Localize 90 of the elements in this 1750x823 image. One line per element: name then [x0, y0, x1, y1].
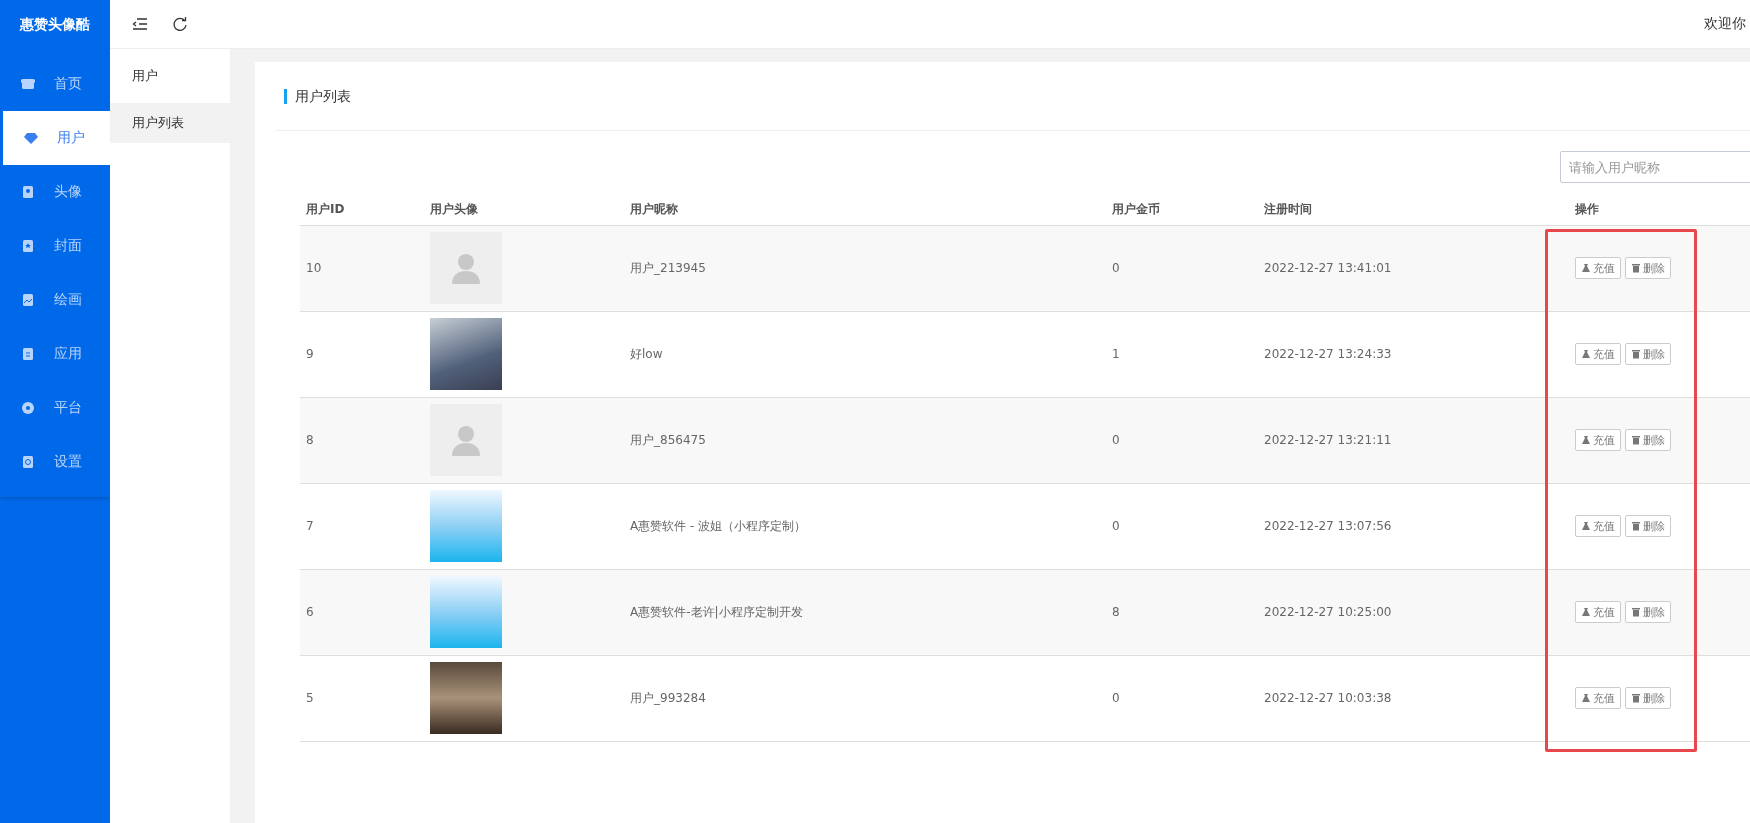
table-cell: 2022-12-27 10:03:38 — [1258, 655, 1569, 741]
table-cell: 7 — [300, 483, 424, 569]
column-header: 操作 — [1569, 195, 1750, 225]
refresh-icon[interactable] — [172, 16, 188, 32]
sub-sidebar-item[interactable]: 用户列表 — [110, 103, 230, 143]
table-cell: 2022-12-27 13:24:33 — [1258, 311, 1569, 397]
sidebar-item[interactable]: 绘画 — [0, 273, 110, 327]
logo-image — [430, 576, 502, 648]
gear-icon — [20, 454, 36, 470]
search-field[interactable]: 请输入用户昵称 — [1560, 151, 1750, 183]
box-icon — [20, 346, 36, 362]
table-cell: 0 — [1106, 397, 1258, 483]
photo-placeholder — [430, 318, 502, 390]
sidebar-item[interactable]: 用户 — [3, 111, 110, 165]
column-header: 用户金币 — [1106, 195, 1258, 225]
recharge-button[interactable]: 充值 — [1575, 687, 1621, 709]
person-icon — [20, 184, 36, 200]
sidebar-item[interactable]: 头像 — [0, 165, 110, 219]
money-bag-icon — [1581, 263, 1591, 273]
trash-icon — [1631, 349, 1641, 359]
diamond-icon — [23, 130, 39, 146]
welcome-text: 欢迎你 — [1704, 15, 1746, 33]
sidebar-item[interactable]: 应用 — [0, 327, 110, 381]
delete-button[interactable]: 删除 — [1625, 687, 1671, 709]
sidebar-item-label: 封面 — [54, 237, 82, 255]
avatar-placeholder — [430, 404, 502, 476]
image-icon — [20, 292, 36, 308]
trash-icon — [1631, 435, 1641, 445]
trash-icon — [1631, 693, 1641, 703]
money-bag-icon — [1581, 349, 1591, 359]
money-bag-icon — [1581, 607, 1591, 617]
recharge-button[interactable]: 充值 — [1575, 343, 1621, 365]
table-cell: 好low — [624, 311, 1106, 397]
logo-image — [430, 490, 502, 562]
photo-placeholder — [430, 662, 502, 734]
delete-button[interactable]: 删除 — [1625, 601, 1671, 623]
trash-icon — [1631, 263, 1641, 273]
table-cell: 9 — [300, 311, 424, 397]
table-cell: A惠赞软件-老许|小程序定制开发 — [624, 569, 1106, 655]
delete-button[interactable]: 删除 — [1625, 343, 1671, 365]
table-cell: 2022-12-27 10:25:00 — [1258, 569, 1569, 655]
table-cell: 用户_993284 — [624, 655, 1106, 741]
avatar-placeholder — [430, 232, 502, 304]
column-header: 用户昵称 — [624, 195, 1106, 225]
sidebar-item-label: 设置 — [54, 453, 82, 471]
table-cell: 2022-12-27 13:21:11 — [1258, 397, 1569, 483]
table-cell: 用户_856475 — [624, 397, 1106, 483]
table-cell: 0 — [1106, 225, 1258, 311]
table-cell: 1 — [1106, 311, 1258, 397]
card-title: 用户列表 — [284, 88, 351, 104]
circle-icon — [20, 400, 36, 416]
sidebar-item-label: 平台 — [54, 399, 82, 417]
column-header: 用户ID — [300, 195, 424, 225]
table-cell: 5 — [300, 655, 424, 741]
table-cell: 6 — [300, 569, 424, 655]
sidebar-item[interactable]: 平台 — [0, 381, 110, 435]
sidebar-item-label: 绘画 — [54, 291, 82, 309]
sidebar-item-label: 首页 — [54, 75, 82, 93]
table-cell: 2022-12-27 13:41:01 — [1258, 225, 1569, 311]
table-cell: 用户_213945 — [624, 225, 1106, 311]
recharge-button[interactable]: 充值 — [1575, 515, 1621, 537]
table-cell: 8 — [300, 397, 424, 483]
sidebar-item[interactable]: 首页 — [0, 57, 110, 111]
menu-icon[interactable] — [132, 17, 148, 31]
money-bag-icon — [1581, 435, 1591, 445]
delete-button[interactable]: 删除 — [1625, 515, 1671, 537]
table-cell: 0 — [1106, 483, 1258, 569]
trash-icon — [1631, 607, 1641, 617]
sidebar-item[interactable]: 封面 — [0, 219, 110, 273]
table-cell: 0 — [1106, 655, 1258, 741]
sidebar-item-label: 应用 — [54, 345, 82, 363]
money-bag-icon — [1581, 521, 1591, 531]
delete-button[interactable]: 删除 — [1625, 257, 1671, 279]
brand-title: 惠赞头像酷 — [18, 14, 91, 34]
delete-button[interactable]: 删除 — [1625, 429, 1671, 451]
sub-sidebar-title: 用户 — [131, 67, 159, 85]
money-bag-icon — [1581, 693, 1591, 703]
trash-icon — [1631, 521, 1641, 531]
table-cell: 10 — [300, 225, 424, 311]
column-header: 注册时间 — [1258, 195, 1569, 225]
table-cell: 2022-12-27 13:07:56 — [1258, 483, 1569, 569]
recharge-button[interactable]: 充值 — [1575, 601, 1621, 623]
table-cell: 8 — [1106, 569, 1258, 655]
sidebar-item-label: 头像 — [54, 183, 82, 201]
table-cell: A惠赞软件 - 波姐（小程序定制） — [624, 483, 1106, 569]
sidebar-item[interactable]: 设置 — [0, 435, 110, 489]
recharge-button[interactable]: 充值 — [1575, 429, 1621, 451]
recharge-button[interactable]: 充值 — [1575, 257, 1621, 279]
sidebar-item-label: 用户 — [57, 129, 85, 147]
column-header: 用户头像 — [424, 195, 624, 225]
